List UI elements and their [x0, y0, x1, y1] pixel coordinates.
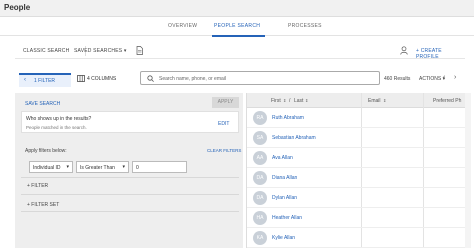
sort-icon[interactable]: ⇕	[305, 98, 308, 103]
tab-people-search[interactable]: PEOPLE SEARCH	[214, 23, 260, 29]
header-separator: /	[289, 98, 291, 104]
filter-field-select[interactable]: Individual ID ▾	[29, 161, 73, 173]
document-icon[interactable]	[136, 46, 143, 55]
column-header-preferred-phone[interactable]: Preferred Ph	[433, 98, 461, 104]
avatar: DA	[253, 191, 267, 205]
page-title: People	[4, 3, 31, 12]
clear-filters-link[interactable]: CLEAR FILTERS	[207, 148, 241, 153]
column-header-email[interactable]: Email	[368, 98, 381, 104]
table-row[interactable]: AA Ava Allan	[247, 148, 465, 168]
filter-value-text: 0	[136, 164, 139, 171]
table-row[interactable]: RA Ruth Abraham	[247, 108, 465, 128]
person-name-link[interactable]: Kylie Allan	[272, 235, 295, 241]
who-shows-up-box: Who shows up in the results? People matc…	[21, 111, 239, 133]
table-row[interactable]: DA Dylan Allan	[247, 188, 465, 208]
avatar: SA	[253, 131, 267, 145]
active-tab-indicator	[212, 35, 265, 37]
search-icon	[147, 75, 154, 82]
next-page-icon[interactable]: ›	[454, 74, 456, 81]
filter-field-value: Individual ID	[33, 164, 61, 171]
table-row[interactable]: SA Sebastian Abraham	[247, 128, 465, 148]
results-table: First ⇕ / Last ⇕ Email ⇕ Preferred Ph RA…	[246, 93, 465, 248]
results-count: 460 Results	[384, 76, 411, 82]
person-name-link[interactable]: Ava Allan	[272, 155, 293, 161]
avatar: KA	[253, 231, 267, 245]
table-header: First ⇕ / Last ⇕ Email ⇕ Preferred Ph	[247, 93, 465, 108]
column-header-first[interactable]: First	[271, 98, 281, 104]
table-row[interactable]: DA Diana Allan	[247, 168, 465, 188]
actions-dropdown[interactable]: ACTIONS ▾	[419, 76, 445, 82]
sort-icon[interactable]: ⇕	[383, 98, 386, 103]
previous-page-icon[interactable]: ‹	[443, 74, 445, 81]
tab-processes[interactable]: PROCESSES	[288, 23, 322, 29]
columns-icon[interactable]	[77, 75, 85, 82]
tabs-bar: OVERVIEW PEOPLE SEARCH PROCESSES	[0, 17, 474, 36]
filter-operator-value: Is Greater Than	[80, 164, 115, 171]
avatar: DA	[253, 171, 267, 185]
chevron-down-icon: ▾	[66, 164, 69, 170]
classic-search-button[interactable]: CLASSIC SEARCH	[23, 48, 69, 54]
avatar: RA	[253, 111, 267, 125]
saved-searches-label: SAVED SEARCHES	[74, 48, 123, 54]
column-header-last[interactable]: Last	[294, 98, 303, 104]
vertical-scrollbar[interactable]	[465, 93, 471, 248]
saved-searches-dropdown[interactable]: SAVED SEARCHES ▾	[74, 48, 127, 54]
avatar: HA	[253, 211, 267, 225]
add-filter-set-button[interactable]: + FILTER SET	[27, 202, 59, 208]
who-shows-up-description: People matched in the search.	[26, 125, 87, 130]
divider	[21, 194, 239, 195]
table-row[interactable]: HA Heather Allan	[247, 208, 465, 228]
user-icon[interactable]	[400, 46, 408, 55]
person-name-link[interactable]: Sebastian Abraham	[272, 135, 316, 141]
avatar: AA	[253, 151, 267, 165]
table-row[interactable]: KA Kylie Allan	[247, 228, 465, 248]
search-toolbar: CLASSIC SEARCH SAVED SEARCHES ▾ + CREATE…	[15, 43, 465, 60]
search-input[interactable]	[159, 74, 374, 83]
person-name-link[interactable]: Heather Allan	[272, 215, 302, 221]
person-name-link[interactable]: Ruth Abraham	[272, 115, 304, 121]
chevron-down-icon: ▾	[122, 164, 125, 170]
search-box	[140, 71, 380, 85]
create-profile-button[interactable]: + CREATE PROFILE	[416, 48, 465, 60]
filter-count-label: 1 FILTER	[34, 78, 56, 84]
filter-row: ‹ 1 FILTER 4 COLUMNS 460 Results ACTIONS…	[15, 68, 465, 90]
filter-value-input[interactable]: 0	[132, 161, 187, 173]
filter-toggle-button[interactable]: ‹ 1 FILTER	[19, 73, 71, 87]
save-search-link[interactable]: SAVE SEARCH	[25, 101, 60, 107]
filter-operator-select[interactable]: Is Greater Than ▾	[76, 161, 129, 173]
who-shows-up-question: Who shows up in the results?	[26, 116, 92, 122]
sort-icon[interactable]: ⇕	[283, 98, 286, 103]
tab-overview[interactable]: OVERVIEW	[168, 23, 197, 29]
top-bar: People	[0, 0, 474, 17]
divider	[21, 177, 239, 178]
columns-button[interactable]: 4 COLUMNS	[87, 76, 116, 82]
person-name-link[interactable]: Diana Allan	[272, 175, 297, 181]
edit-link[interactable]: EDIT	[218, 121, 229, 127]
filter-panel: SAVE SEARCH APPLY Who shows up in the re…	[15, 93, 243, 248]
apply-filters-label: Apply filters below:	[25, 148, 67, 154]
chevron-left-icon: ‹	[24, 77, 26, 83]
actions-label: ACTIONS	[419, 76, 442, 82]
divider	[21, 211, 239, 212]
apply-button[interactable]: APPLY	[212, 97, 239, 108]
add-filter-button[interactable]: + FILTER	[27, 183, 48, 189]
person-name-link[interactable]: Dylan Allan	[272, 195, 297, 201]
chevron-down-icon: ▾	[123, 48, 127, 54]
